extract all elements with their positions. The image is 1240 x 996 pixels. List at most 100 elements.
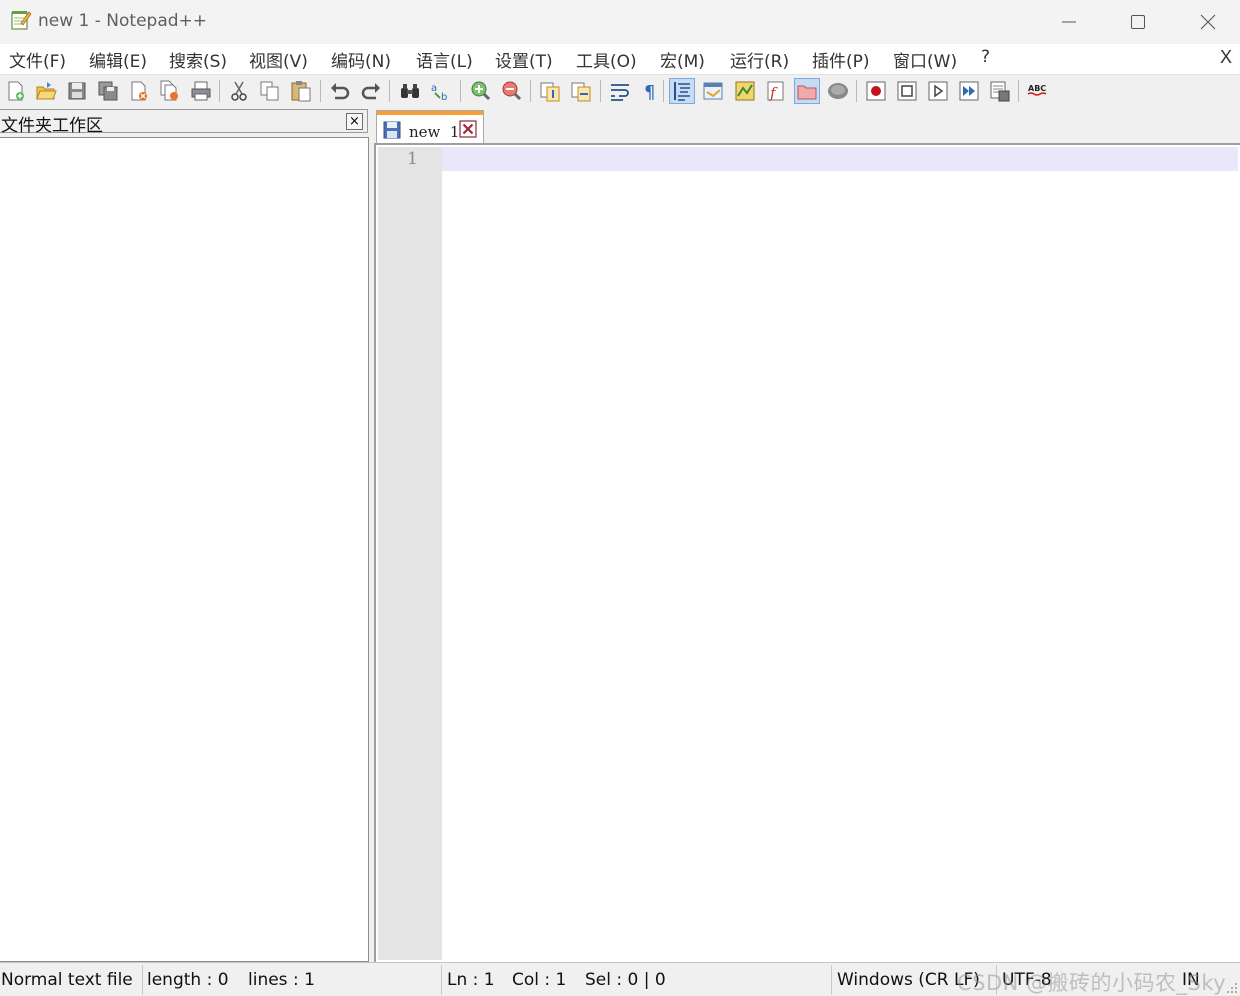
playback-macro-icon xyxy=(928,81,948,101)
panel-header: 文件夹工作区 × xyxy=(0,109,368,136)
indent-guide-button[interactable] xyxy=(669,78,695,104)
spell-check-button[interactable]: ABC xyxy=(1024,78,1050,104)
stop-recording-icon xyxy=(897,81,917,101)
zoom-in-icon xyxy=(471,81,491,101)
close-button[interactable] xyxy=(126,78,152,104)
monitoring-icon xyxy=(828,83,848,99)
save-button[interactable] xyxy=(64,78,90,104)
close-document-button[interactable]: X xyxy=(1220,47,1232,68)
panel-close-button[interactable]: × xyxy=(346,113,363,130)
folder-tree[interactable] xyxy=(0,137,369,962)
menu-window[interactable]: 窗口(W) xyxy=(893,47,957,72)
tab-new-1[interactable]: new 1 xyxy=(376,110,484,143)
menu-help[interactable]: ? xyxy=(981,47,990,67)
document-map-icon xyxy=(735,81,755,101)
menu-edit[interactable]: 编辑(E) xyxy=(89,47,147,72)
paste-button[interactable] xyxy=(288,78,314,104)
folder-workspace-button[interactable] xyxy=(794,78,820,104)
sync-vertical-icon xyxy=(540,82,560,102)
show-all-characters-button[interactable]: ¶ xyxy=(638,78,664,104)
record-macro-button[interactable] xyxy=(863,78,889,104)
folder-workspace-panel: 文件夹工作区 × xyxy=(0,107,370,962)
tab-close-icon[interactable] xyxy=(459,120,477,138)
open-file-button[interactable] xyxy=(33,78,59,104)
zoom-in-button[interactable] xyxy=(467,78,493,104)
toolbar-separator xyxy=(320,80,321,102)
sync-vertical-button[interactable] xyxy=(537,78,563,104)
menu-plugins[interactable]: 插件(P) xyxy=(812,47,870,72)
window-title: new 1 - Notepad++ xyxy=(38,11,208,31)
replace-button[interactable]: ab xyxy=(428,78,454,104)
undo-button[interactable] xyxy=(327,78,353,104)
svg-text:b: b xyxy=(441,92,447,102)
close-icon xyxy=(131,81,147,101)
new-file-icon xyxy=(8,81,24,101)
save-all-button[interactable] xyxy=(95,78,121,104)
toolbar-separator xyxy=(856,80,857,102)
function-list-button[interactable]: f xyxy=(763,78,789,104)
active-tab-indicator xyxy=(377,111,483,115)
sync-horizontal-button[interactable] xyxy=(568,78,594,104)
show-all-characters-icon: ¶ xyxy=(644,82,655,102)
document-map-button[interactable] xyxy=(732,78,758,104)
menu-settings[interactable]: 设置(T) xyxy=(495,47,553,72)
print-icon xyxy=(191,81,211,101)
word-wrap-icon xyxy=(611,84,629,101)
menu-macro[interactable]: 宏(M) xyxy=(660,47,705,72)
menu-encoding[interactable]: 编码(N) xyxy=(331,47,391,72)
svg-text:a: a xyxy=(431,83,437,94)
menu-file[interactable]: 文件(F) xyxy=(9,47,66,72)
sync-horizontal-icon xyxy=(571,82,591,102)
close-window-button[interactable] xyxy=(1173,0,1240,44)
zoom-out-icon xyxy=(502,81,522,101)
function-list-icon: f xyxy=(767,81,784,102)
redo-icon xyxy=(361,83,380,100)
close-all-button[interactable] xyxy=(157,78,183,104)
maximize-icon xyxy=(1131,15,1145,29)
new-file-button[interactable] xyxy=(3,78,29,104)
status-ln: Ln : 1 xyxy=(447,970,495,990)
record-macro-icon xyxy=(866,81,886,101)
spell-check-icon: ABC xyxy=(1027,84,1047,96)
text-editor[interactable]: 1 xyxy=(374,143,1240,962)
maximize-button[interactable] xyxy=(1103,0,1173,44)
notepad-plus-plus-logo-icon xyxy=(10,9,32,31)
menu-tools[interactable]: 工具(O) xyxy=(576,47,637,72)
monitoring-button[interactable] xyxy=(825,78,851,104)
status-divider xyxy=(441,965,442,995)
status-divider xyxy=(142,965,143,995)
editor-area: new 1 1 xyxy=(374,107,1240,962)
find-button[interactable] xyxy=(397,78,423,104)
menu-language[interactable]: 语言(L) xyxy=(416,47,473,72)
resize-grip-icon[interactable] xyxy=(1226,982,1238,994)
tab-label: new 1 xyxy=(409,123,460,141)
current-line-highlight[interactable] xyxy=(442,147,1238,171)
playback-macro-button[interactable] xyxy=(925,78,951,104)
toolbar-separator xyxy=(219,80,220,102)
status-divider xyxy=(831,965,832,995)
run-macro-multiple-button[interactable] xyxy=(956,78,982,104)
toolbar: ab ¶ f ABC xyxy=(0,74,1240,106)
user-defined-language-button[interactable] xyxy=(700,78,726,104)
line-number: 1 xyxy=(407,149,418,169)
status-col: Col : 1 xyxy=(512,970,567,990)
minimize-button[interactable] xyxy=(1034,0,1104,44)
folder-workspace-icon xyxy=(797,85,817,100)
undo-icon xyxy=(331,83,350,100)
panel-title: 文件夹工作区 xyxy=(1,116,103,136)
stop-recording-button[interactable] xyxy=(894,78,920,104)
menu-search[interactable]: 搜索(S) xyxy=(169,47,227,72)
menu-run[interactable]: 运行(R) xyxy=(730,47,789,72)
title-bar: new 1 - Notepad++ xyxy=(0,0,1240,44)
toolbar-separator xyxy=(530,80,531,102)
save-all-icon xyxy=(98,81,118,101)
save-icon xyxy=(68,82,86,100)
print-button[interactable] xyxy=(188,78,214,104)
menu-view[interactable]: 视图(V) xyxy=(249,47,308,72)
save-macro-button[interactable] xyxy=(987,78,1013,104)
word-wrap-button[interactable] xyxy=(607,78,633,104)
copy-button[interactable] xyxy=(257,78,283,104)
zoom-out-button[interactable] xyxy=(498,78,524,104)
redo-button[interactable] xyxy=(358,78,384,104)
cut-button[interactable] xyxy=(226,78,252,104)
